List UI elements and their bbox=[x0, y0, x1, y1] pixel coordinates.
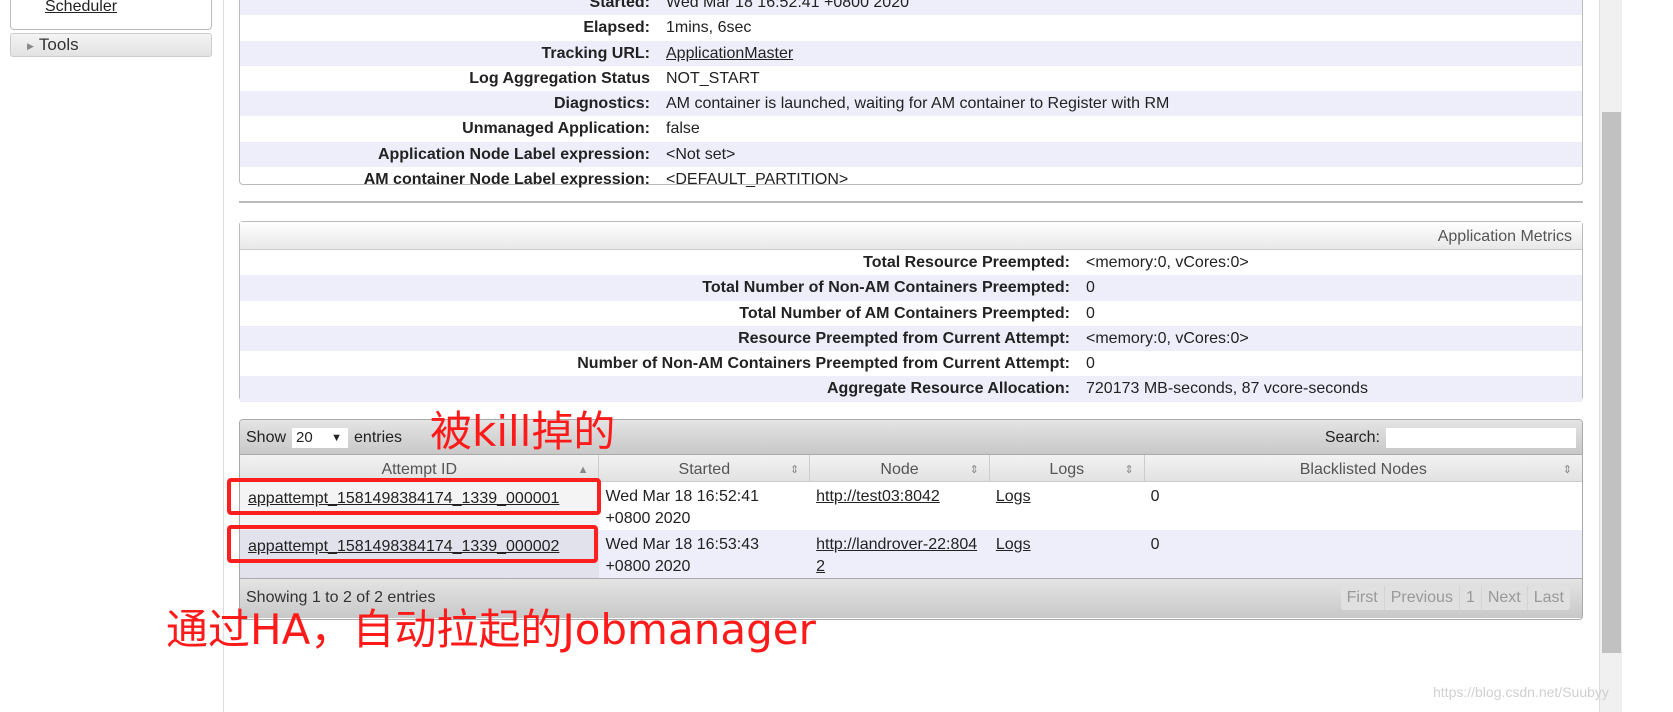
column-header-blacklisted-nodes[interactable]: Blacklisted Nodes ⇕ bbox=[1145, 455, 1582, 481]
row-value: AM container is launched, waiting for AM… bbox=[666, 95, 1170, 113]
page-size-select[interactable]: 20 ▼ bbox=[292, 428, 349, 448]
info-row-started: Started: Wed Mar 18 16:52:41 +0800 2020 bbox=[240, 0, 1582, 16]
row-value: 0 bbox=[1086, 355, 1095, 373]
search-label: Search: bbox=[1324, 429, 1380, 447]
header-label: Started bbox=[678, 461, 731, 478]
row-label: Application Node Label expression: bbox=[377, 145, 650, 163]
annotation-highlight-box bbox=[227, 525, 598, 563]
info-row-am-node-label: AM container Node Label expression: <DEFA… bbox=[240, 167, 1582, 192]
row-label: Number of Non-AM Containers Preempted fr… bbox=[577, 355, 1070, 373]
row-label: Total Number of AM Containers Preempted: bbox=[739, 304, 1070, 322]
row-value: Wed Mar 18 16:52:41 +0800 2020 bbox=[666, 0, 909, 11]
row-value: <DEFAULT_PARTITION> bbox=[666, 171, 849, 189]
metrics-row: Resource Preempted from Current Attempt:… bbox=[240, 325, 1582, 352]
sort-both-icon: ⇕ bbox=[1124, 464, 1134, 476]
pager-last-button[interactable]: Last bbox=[1528, 586, 1570, 610]
entries-label: entries bbox=[354, 429, 403, 446]
column-header-node[interactable]: Node ⇕ bbox=[810, 455, 990, 481]
pagination: First Previous 1 Next Last bbox=[1340, 586, 1570, 610]
search-input[interactable] bbox=[1386, 428, 1576, 448]
application-metrics-table: Application Metrics Total Resource Preem… bbox=[239, 221, 1583, 402]
section-divider bbox=[239, 201, 1583, 203]
show-label: Show bbox=[246, 429, 287, 446]
cell-blacklisted: 0 bbox=[1150, 488, 1160, 505]
tools-label: Tools bbox=[38, 35, 79, 54]
sort-both-icon: ⇕ bbox=[1562, 464, 1572, 476]
row-label: Tracking URL: bbox=[541, 44, 650, 62]
row-label: Started: bbox=[589, 0, 650, 11]
row-label: AM container Node Label expression: bbox=[363, 171, 650, 189]
metrics-title: Application Metrics bbox=[240, 222, 1582, 250]
row-value: NOT_START bbox=[666, 69, 760, 87]
pager-next-button[interactable]: Next bbox=[1482, 586, 1528, 610]
node-link[interactable]: http://test03:8042 bbox=[816, 488, 940, 505]
row-value: 1mins, 6sec bbox=[666, 19, 752, 37]
row-value: 720173 MB-seconds, 87 vcore-seconds bbox=[1086, 380, 1368, 398]
row-label: Elapsed: bbox=[583, 19, 650, 37]
scrollbar-thumb[interactable] bbox=[1602, 112, 1621, 653]
node-link[interactable]: http://landrover-22:8042 bbox=[816, 536, 977, 575]
info-row-log-aggregation: Log Aggregation Status NOT_START bbox=[240, 66, 1582, 91]
logs-link[interactable]: Logs bbox=[996, 536, 1031, 553]
sort-both-icon: ⇕ bbox=[969, 464, 979, 476]
row-value: <memory:0, vCores:0> bbox=[1086, 329, 1249, 347]
annotation-highlight-box bbox=[227, 478, 601, 515]
pager-first-button[interactable]: First bbox=[1341, 586, 1385, 610]
info-row-app-node-label: Application Node Label expression: <Not s… bbox=[240, 141, 1582, 168]
row-label: Total Number of Non-AM Containers Preemp… bbox=[702, 279, 1070, 297]
header-label: Attempt ID bbox=[381, 461, 458, 478]
cell-started: Wed Mar 18 16:52:41 +0800 2020 bbox=[605, 488, 760, 527]
row-value: <Not set> bbox=[666, 145, 736, 163]
pager-page-1-button[interactable]: 1 bbox=[1460, 586, 1482, 610]
info-row-tracking-url: Tracking URL: ApplicationMaster bbox=[240, 40, 1582, 66]
sidebar-link-scheduler[interactable]: Scheduler bbox=[45, 0, 117, 16]
cell-started: Wed Mar 18 16:53:43 +0800 2020 bbox=[605, 536, 760, 575]
header-label: Node bbox=[880, 461, 919, 478]
pager-previous-button[interactable]: Previous bbox=[1385, 586, 1460, 610]
sidebar-section-tools[interactable]: ▶ Tools bbox=[10, 33, 212, 57]
column-header-logs[interactable]: Logs ⇕ bbox=[990, 455, 1145, 481]
cell-logs: Logs bbox=[990, 530, 1145, 578]
info-row-diagnostics: Diagnostics: AM container is launched, wa… bbox=[240, 91, 1582, 117]
watermark: https://blog.csdn.net/Suubyy bbox=[1433, 684, 1609, 700]
header-label: Logs bbox=[1049, 461, 1085, 478]
row-value: <memory:0, vCores:0> bbox=[1086, 254, 1249, 271]
sort-both-icon: ⇕ bbox=[789, 464, 800, 476]
cell-logs: Logs bbox=[990, 482, 1145, 530]
info-row-unmanaged: Unmanaged Application: false bbox=[240, 116, 1582, 141]
application-overview-table: Started: Wed Mar 18 16:52:41 +0800 2020 E… bbox=[239, 0, 1583, 188]
tracking-url-link[interactable]: ApplicationMaster bbox=[666, 41, 793, 66]
annotation-ha-restart: 通过HA，自动拉起的Jobmanager bbox=[166, 605, 816, 654]
column-header-started[interactable]: Started ⇕ bbox=[599, 455, 811, 481]
metrics-row: Total Resource Preempted: <memory:0, vCor… bbox=[240, 250, 1582, 276]
metrics-row: Total Number of AM Containers Preempted:… bbox=[240, 300, 1582, 326]
metrics-row: Total Number of Non-AM Containers Preemp… bbox=[240, 275, 1582, 301]
dropdown-arrow-icon: ▼ bbox=[331, 432, 343, 444]
metrics-row: Number of Non-AM Containers Preempted fr… bbox=[240, 351, 1582, 377]
row-label: Resource Preempted from Current Attempt: bbox=[738, 329, 1070, 347]
cell-node: http://test03:8042 bbox=[810, 482, 990, 530]
triangle-right-icon: ▶ bbox=[27, 40, 34, 51]
row-label: Log Aggregation Status bbox=[469, 69, 650, 87]
page-size-control: Show 20 ▼ entries bbox=[246, 428, 402, 448]
row-value: false bbox=[666, 120, 700, 138]
row-label: Total Resource Preempted: bbox=[863, 254, 1070, 271]
annotation-killed: 被kill掉的 bbox=[430, 407, 616, 456]
row-label: Diagnostics: bbox=[553, 95, 650, 113]
row-value: 0 bbox=[1086, 304, 1095, 322]
cell-blacklisted: 0 bbox=[1150, 536, 1160, 553]
page-size-value: 20 bbox=[296, 429, 313, 446]
cell-node: http://landrover-22:8042 bbox=[810, 530, 990, 578]
row-label: Unmanaged Application: bbox=[462, 120, 650, 138]
info-row-elapsed: Elapsed: 1mins, 6sec bbox=[240, 15, 1582, 40]
search-control: Search: bbox=[1325, 428, 1576, 448]
row-value: 0 bbox=[1086, 279, 1095, 297]
logs-link[interactable]: Logs bbox=[996, 488, 1031, 505]
header-label: Blacklisted Nodes bbox=[1299, 461, 1427, 478]
row-label: Aggregate Resource Allocation: bbox=[826, 380, 1070, 398]
